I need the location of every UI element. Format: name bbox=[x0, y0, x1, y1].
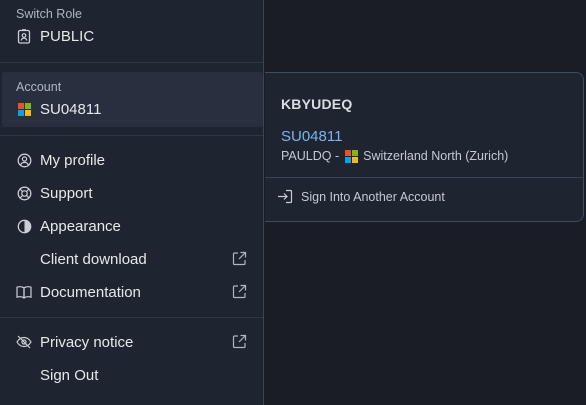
region-name: Switzerland North (Zurich) bbox=[363, 149, 509, 163]
menu-item-documentation[interactable]: Documentation bbox=[16, 281, 248, 303]
divider bbox=[0, 135, 263, 136]
user-name: PAULDQ - bbox=[281, 149, 340, 163]
switch-role-text: PUBLIC bbox=[40, 28, 95, 45]
sign-into-another-account-button[interactable]: Sign Into Another Account bbox=[277, 189, 445, 205]
account-popover: KBYUDEQ SU04811 PAULDQ - Switzerland Nor… bbox=[265, 72, 584, 222]
menu-item-label: Appearance bbox=[40, 217, 121, 235]
account-value[interactable]: SU04811 bbox=[16, 101, 101, 118]
sign-in-icon bbox=[277, 189, 293, 205]
account-label: Account bbox=[16, 80, 62, 94]
microsoft-logo-icon bbox=[16, 102, 32, 118]
account-link[interactable]: SU04811 bbox=[281, 128, 342, 145]
external-link-icon bbox=[232, 284, 248, 300]
menu-item-privacy-notice[interactable]: Privacy notice bbox=[16, 331, 248, 353]
account-text: SU04811 bbox=[40, 101, 102, 118]
user-menu-panel: Switch Role PUBLIC Account SU04811 My pr… bbox=[0, 0, 264, 405]
half-circle-icon bbox=[16, 218, 32, 234]
menu-item-label: Support bbox=[40, 184, 93, 202]
menu-item-label: Documentation bbox=[40, 283, 141, 301]
external-link-icon bbox=[232, 334, 248, 350]
switch-role-section[interactable]: Switch Role PUBLIC bbox=[0, 0, 263, 62]
menu-item-label: Sign Out bbox=[40, 366, 99, 384]
org-name: KBYUDEQ bbox=[281, 96, 353, 112]
switch-role-label: Switch Role bbox=[16, 7, 82, 21]
eye-slash-icon bbox=[16, 334, 32, 350]
divider bbox=[0, 62, 263, 63]
divider bbox=[265, 177, 583, 178]
user-circle-icon bbox=[16, 152, 32, 168]
account-details: PAULDQ - Switzerland North (Zurich) bbox=[281, 149, 508, 163]
badge-icon bbox=[16, 29, 32, 45]
microsoft-logo-icon bbox=[345, 149, 359, 163]
external-link-icon bbox=[232, 251, 248, 267]
menu-item-my-profile[interactable]: My profile bbox=[16, 149, 248, 171]
menu-item-label: Privacy notice bbox=[40, 333, 134, 351]
sign-into-another-account-label: Sign Into Another Account bbox=[301, 190, 445, 204]
lifebuoy-icon bbox=[16, 185, 32, 201]
menu-item-client-download[interactable]: Client download bbox=[16, 248, 248, 270]
menu-item-label: Client download bbox=[40, 250, 147, 268]
book-icon bbox=[16, 284, 32, 300]
switch-role-value[interactable]: PUBLIC bbox=[16, 28, 94, 45]
divider bbox=[0, 317, 263, 318]
menu-item-support[interactable]: Support bbox=[16, 182, 248, 204]
menu-item-label: My profile bbox=[40, 151, 106, 169]
menu-item-sign-out[interactable]: Sign Out bbox=[16, 364, 248, 386]
menu-item-appearance[interactable]: Appearance bbox=[16, 215, 248, 237]
